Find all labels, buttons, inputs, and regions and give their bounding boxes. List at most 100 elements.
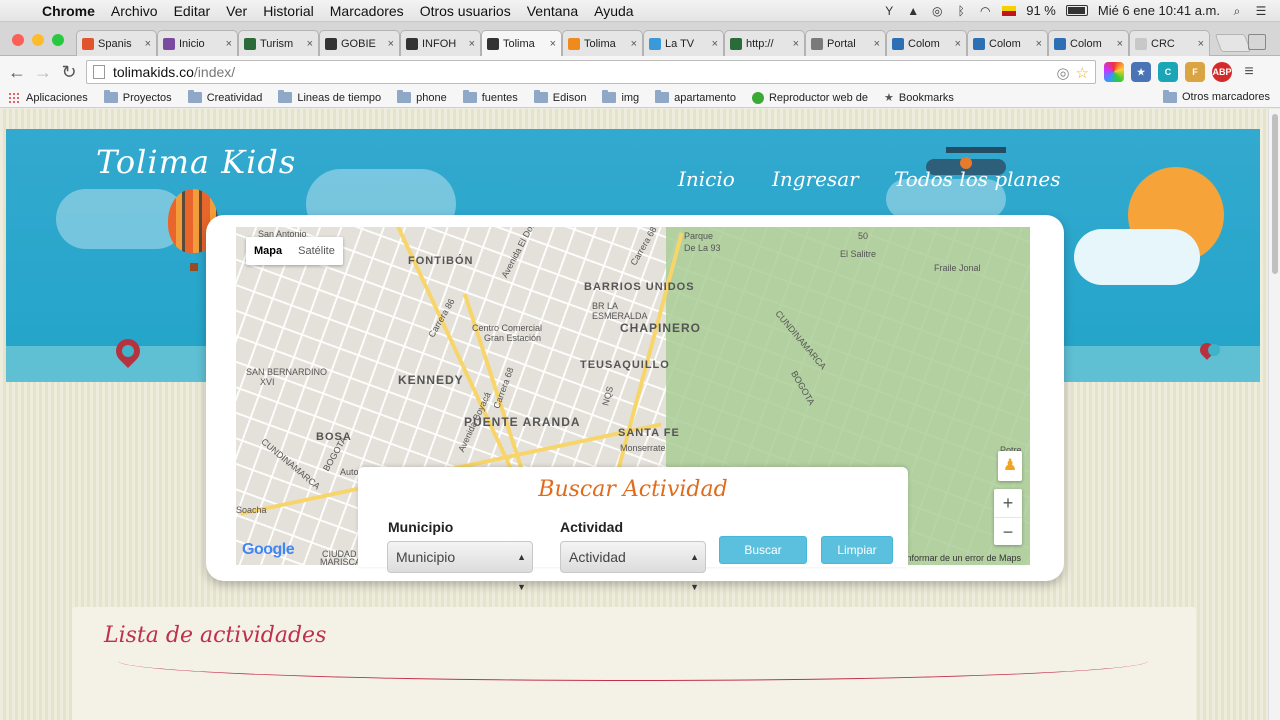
- browser-tab[interactable]: Colom ×: [967, 30, 1048, 56]
- tab-close-icon[interactable]: ×: [469, 38, 475, 50]
- back-button[interactable]: ←: [4, 62, 30, 83]
- map-report-error-link[interactable]: Informar de un error de Maps: [904, 553, 1021, 563]
- browser-tab[interactable]: Tolima ×: [562, 30, 643, 56]
- browser-tab[interactable]: CRC ×: [1129, 30, 1210, 56]
- clock[interactable]: Mié 6 ene 10:41 a.m.: [1098, 3, 1220, 18]
- ruler-extension-icon[interactable]: F: [1185, 62, 1205, 82]
- new-tab-button[interactable]: [1214, 34, 1252, 52]
- minimize-window-button[interactable]: [32, 34, 44, 46]
- bookmark-folder[interactable]: fuentes: [462, 90, 518, 104]
- tab-close-icon[interactable]: ×: [1036, 38, 1042, 50]
- location-icon[interactable]: ◎: [1056, 64, 1069, 82]
- zoom-out-button[interactable]: −: [994, 517, 1022, 545]
- bookmark-apps[interactable]: Aplicaciones: [8, 91, 88, 104]
- menu-marcadores[interactable]: Marcadores: [322, 3, 412, 19]
- browser-tab[interactable]: La TV ×: [643, 30, 724, 56]
- nav-inicio[interactable]: Inicio: [678, 167, 735, 191]
- browser-tab[interactable]: Turism ×: [238, 30, 319, 56]
- browser-tab[interactable]: Tolima ×: [481, 30, 562, 56]
- close-window-button[interactable]: [12, 34, 24, 46]
- tab-close-icon[interactable]: ×: [226, 38, 232, 50]
- profile-icon[interactable]: [1248, 34, 1266, 50]
- menu-historial[interactable]: Historial: [255, 3, 322, 19]
- zoom-window-button[interactable]: [52, 34, 64, 46]
- tab-close-icon[interactable]: ×: [388, 38, 394, 50]
- bookmark-folder[interactable]: img: [602, 90, 639, 104]
- wifi-icon[interactable]: ◠: [978, 4, 992, 18]
- warning-icon[interactable]: ▲: [906, 4, 920, 18]
- menu-app-chrome[interactable]: Chrome: [34, 3, 103, 19]
- nav-ingresar[interactable]: Ingresar: [772, 167, 859, 191]
- menu-otros-usuarios[interactable]: Otros usuarios: [412, 3, 519, 19]
- menu-archivo[interactable]: Archivo: [103, 3, 166, 19]
- bookmark-manager-extension-icon[interactable]: ★: [1131, 62, 1151, 82]
- tab-close-icon[interactable]: ×: [955, 38, 961, 50]
- actividad-select[interactable]: Actividad ▲ ▼: [560, 541, 706, 592]
- limpiar-button[interactable]: Limpiar: [821, 536, 893, 564]
- scrollbar-thumb[interactable]: [1272, 114, 1278, 274]
- page-viewport: Tolima Kids Inicio Ingresar Todos los pl…: [0, 109, 1280, 720]
- tab-close-icon[interactable]: ×: [307, 38, 313, 50]
- bookmark-other[interactable]: Otros marcadores: [1162, 89, 1270, 103]
- zoom-in-button[interactable]: +: [994, 489, 1022, 517]
- nav-todos-los-planes[interactable]: Todos los planes: [894, 167, 1060, 191]
- bookmark-folder[interactable]: Lineas de tiempo: [278, 90, 381, 104]
- battery-icon[interactable]: [1065, 5, 1088, 16]
- spotlight-search-icon[interactable]: ⌕: [1230, 4, 1244, 18]
- browser-tab[interactable]: Inicio ×: [157, 30, 238, 56]
- tab-favicon-icon: [244, 37, 256, 50]
- map-type-mapa[interactable]: Mapa: [246, 237, 290, 265]
- google-logo[interactable]: Google: [242, 541, 295, 559]
- tab-close-icon[interactable]: ×: [793, 38, 799, 50]
- tab-close-icon[interactable]: ×: [631, 38, 637, 50]
- menu-ver[interactable]: Ver: [218, 3, 255, 19]
- forward-button[interactable]: →: [30, 62, 56, 83]
- sync-icon[interactable]: ◎: [930, 4, 944, 18]
- bookmark-bookmarks[interactable]: ★ Bookmarks: [884, 91, 954, 105]
- tab-close-icon[interactable]: ×: [712, 38, 718, 50]
- tab-close-icon[interactable]: ×: [145, 38, 151, 50]
- colorpicker-extension-icon[interactable]: [1104, 62, 1124, 82]
- browser-tab[interactable]: Portal ×: [805, 30, 886, 56]
- select-arrows-icon: ▲ ▼: [690, 552, 699, 592]
- reload-button[interactable]: ↻: [56, 62, 82, 83]
- browser-tab[interactable]: Colom ×: [886, 30, 967, 56]
- tab-close-icon[interactable]: ×: [550, 38, 556, 50]
- folder-icon: [462, 90, 477, 103]
- chrome-menu-icon[interactable]: ≡: [1239, 62, 1259, 82]
- bookmark-folder[interactable]: Edison: [533, 90, 586, 104]
- browser-tab[interactable]: Colom ×: [1048, 30, 1129, 56]
- menu-ayuda[interactable]: Ayuda: [586, 3, 641, 19]
- input-source-flag-icon[interactable]: [1002, 5, 1017, 16]
- tool-extension-icon[interactable]: C: [1158, 62, 1178, 82]
- status-app-icon[interactable]: Y: [882, 4, 896, 18]
- tab-close-icon[interactable]: ×: [874, 38, 880, 50]
- browser-tab[interactable]: Spanis ×: [76, 30, 157, 56]
- municipio-select[interactable]: Municipio ▲ ▼: [387, 541, 533, 592]
- street-view-pegman-icon[interactable]: ♟: [998, 451, 1022, 481]
- tab-favicon-icon: [82, 37, 94, 50]
- map-type-satelite[interactable]: Satélite: [290, 237, 343, 265]
- bookmark-folder[interactable]: phone: [397, 90, 447, 104]
- adblock-extension-icon[interactable]: ABP: [1212, 62, 1232, 82]
- bookmark-folder[interactable]: Proyectos: [103, 90, 172, 104]
- map-place-label: Gran Estación: [484, 333, 542, 343]
- bookmark-folder[interactable]: Creatividad: [187, 90, 262, 104]
- buscar-button[interactable]: Buscar: [719, 536, 807, 564]
- site-logo[interactable]: Tolima Kids: [96, 143, 296, 181]
- address-bar[interactable]: tolimakids.co/index/ ◎ ☆: [86, 60, 1096, 84]
- browser-tab[interactable]: http:// ×: [724, 30, 805, 56]
- menu-ventana[interactable]: Ventana: [519, 3, 586, 19]
- notification-center-icon[interactable]: ☰: [1254, 4, 1268, 18]
- browser-tab[interactable]: INFOH ×: [400, 30, 481, 56]
- tab-close-icon[interactable]: ×: [1198, 38, 1204, 50]
- bookmark-spotify[interactable]: Reproductor web de: [751, 91, 868, 104]
- browser-tab[interactable]: GOBIE ×: [319, 30, 400, 56]
- page-scrollbar[interactable]: [1268, 109, 1280, 720]
- folder-icon: [103, 90, 118, 103]
- bookmark-star-icon[interactable]: ☆: [1076, 64, 1089, 82]
- bluetooth-icon[interactable]: ᛒ: [954, 4, 968, 18]
- tab-close-icon[interactable]: ×: [1117, 38, 1123, 50]
- bookmark-folder[interactable]: apartamento: [655, 90, 736, 104]
- menu-editar[interactable]: Editar: [166, 3, 219, 19]
